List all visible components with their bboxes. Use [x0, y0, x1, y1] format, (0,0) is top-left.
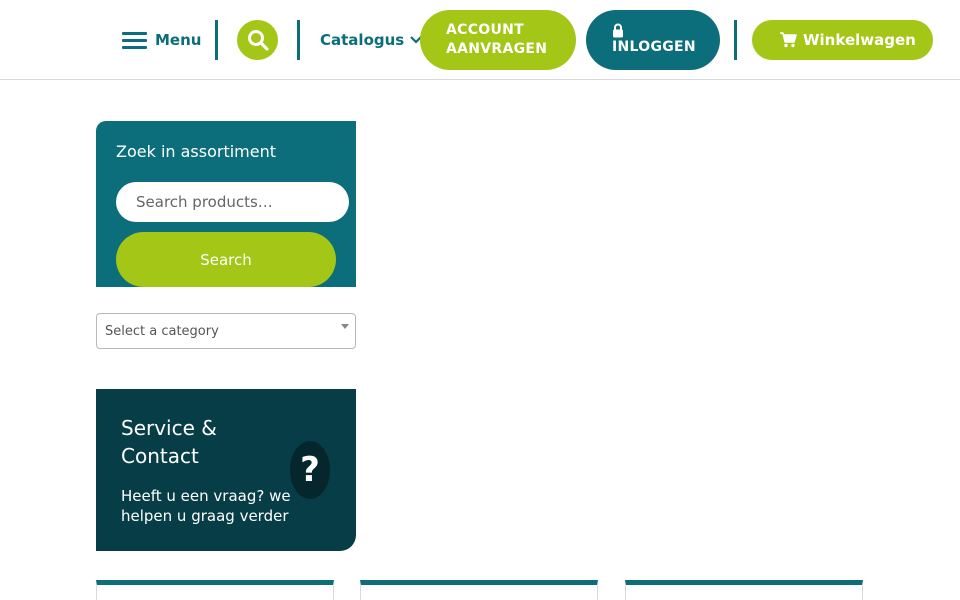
product-card[interactable] — [625, 580, 863, 600]
search-toggle-button[interactable] — [237, 20, 278, 60]
hamburger-icon — [122, 31, 147, 49]
category-select[interactable]: Select a category — [96, 313, 356, 349]
search-input[interactable] — [116, 182, 349, 222]
lock-icon — [613, 23, 623, 38]
login-label: INLOGGEN — [612, 39, 696, 55]
search-panel-title: Zoek in assortiment — [116, 142, 277, 161]
catalogus-label: Catalogus — [320, 31, 405, 49]
site-header: Menu Catalogus ACCOUNT AANVRAGEN INLOGGE… — [0, 0, 960, 80]
request-account-button[interactable]: ACCOUNT AANVRAGEN — [420, 10, 576, 70]
category-select-value: Select a category — [105, 324, 219, 339]
product-card[interactable] — [96, 580, 334, 600]
divider — [215, 20, 218, 60]
menu-label: Menu — [155, 31, 202, 49]
catalogus-dropdown[interactable]: Catalogus — [320, 28, 422, 52]
menu-button[interactable]: Menu — [122, 26, 201, 54]
cart-button[interactable]: Winkelwagen — [752, 20, 933, 60]
divider — [297, 20, 300, 60]
service-contact-card[interactable]: Service & Contact Heeft u een vraag? we … — [96, 389, 356, 551]
product-card[interactable] — [360, 580, 598, 600]
cart-label: Winkelwagen — [803, 31, 916, 49]
service-title: Service & Contact — [121, 416, 217, 468]
search-button[interactable]: Search — [116, 232, 336, 287]
service-text: Heeft u een vraag? we helpen u graag ver… — [121, 487, 291, 525]
divider — [734, 20, 737, 60]
cart-icon — [780, 32, 797, 48]
dropdown-arrow-icon — [341, 324, 349, 329]
product-search-panel: Zoek in assortiment Search — [96, 121, 356, 287]
search-icon — [247, 30, 269, 51]
question-icon: ? — [290, 441, 330, 499]
login-button[interactable]: INLOGGEN — [586, 10, 720, 70]
